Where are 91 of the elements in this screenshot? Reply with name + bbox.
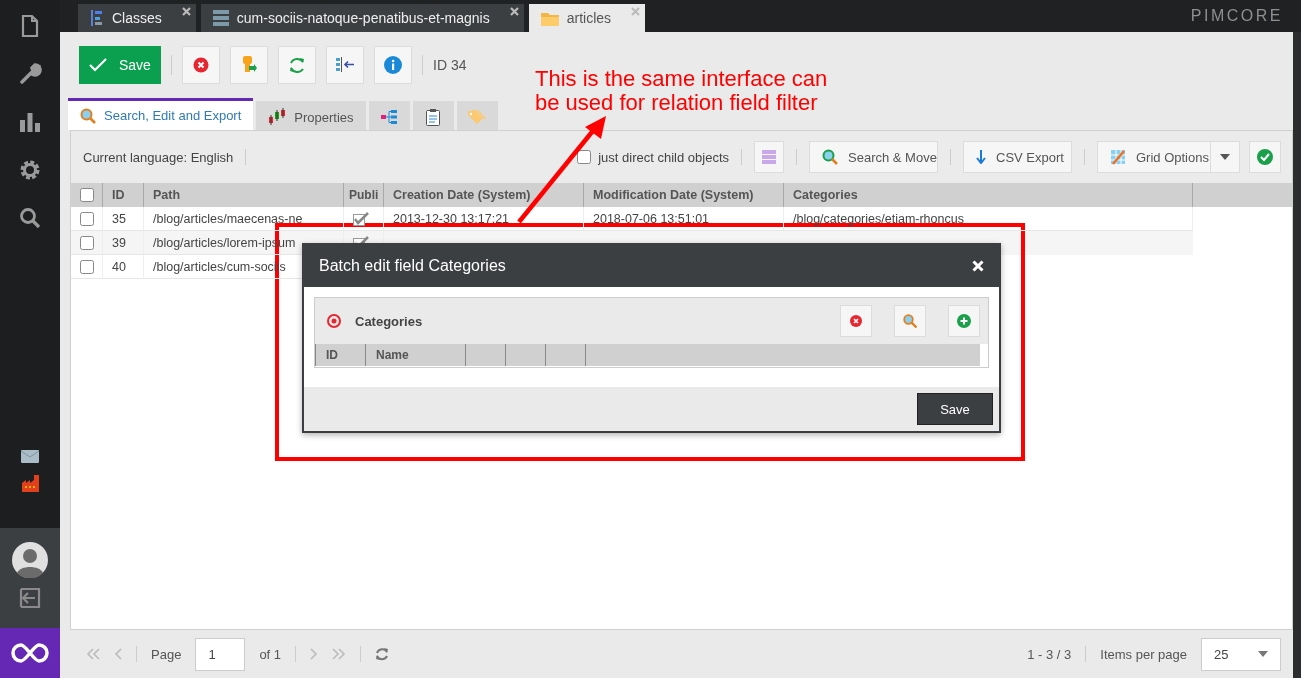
stack-icon [762, 150, 776, 164]
checkbox-icon[interactable] [80, 188, 94, 202]
checkbox-icon[interactable] [80, 211, 94, 226]
annotation-text: This is the same interface can be used for relation field filter [535, 67, 828, 115]
search-button[interactable] [894, 305, 926, 337]
tree-icon [90, 9, 104, 27]
object-id: ID 34 [433, 57, 467, 73]
check-circle-icon [1257, 149, 1273, 165]
column-header[interactable]: Creation Date (System) [384, 183, 584, 207]
table-cell: 39 [103, 231, 144, 255]
column-header[interactable]: Modification Date (System) [584, 183, 784, 207]
refresh-icon[interactable] [375, 647, 390, 661]
column-header[interactable]: Categories [784, 183, 1193, 207]
tree-locate-button[interactable] [326, 46, 364, 84]
search-icon [903, 314, 917, 328]
close-icon[interactable] [509, 7, 519, 16]
column-header[interactable]: Path [144, 183, 344, 207]
close-icon[interactable] [181, 7, 191, 16]
caret-icon [1220, 154, 1230, 160]
candlestick-icon [268, 108, 287, 126]
checkbox-icon[interactable] [80, 259, 94, 274]
factory-icon[interactable] [21, 475, 39, 492]
column-header[interactable]: Name [366, 344, 466, 366]
panel-tab[interactable]: Properties [256, 101, 366, 130]
page-input[interactable]: 1 [195, 637, 246, 671]
wrench-icon[interactable] [18, 62, 42, 86]
checkbox-icon[interactable] [80, 235, 94, 250]
page-label: Page [151, 646, 182, 662]
table-cell: /blog/articles/maecenas-ne [144, 207, 344, 231]
apply-button[interactable] [1249, 141, 1281, 173]
delete-button[interactable] [182, 46, 220, 84]
document-tab[interactable]: cum-sociis-natoque-penatibus-et-magnis [200, 4, 524, 32]
table-cell: 2018-07-06 13:51:01 [584, 207, 784, 231]
document-tab[interactable]: articles [528, 4, 646, 32]
document-tab[interactable]: Classes [78, 4, 196, 32]
save-button[interactable]: Save [79, 46, 161, 84]
search-icon [80, 107, 96, 124]
folder-icon [540, 10, 559, 26]
clear-button[interactable] [840, 305, 872, 337]
add-button[interactable] [948, 305, 980, 337]
gear-icon[interactable] [18, 158, 42, 182]
database-icon [212, 10, 229, 26]
grid-options-button[interactable]: Grid Options [1097, 141, 1211, 173]
logout-icon[interactable] [18, 586, 42, 610]
info-icon [384, 56, 402, 74]
panel-tab[interactable] [368, 101, 410, 130]
reload-button[interactable] [278, 46, 316, 84]
caret-icon [1258, 651, 1268, 657]
search-move-button[interactable]: Search & Move [809, 141, 938, 173]
clipboard-icon [426, 108, 441, 126]
refresh-icon [288, 56, 306, 74]
info-button[interactable] [374, 46, 412, 84]
target-icon [327, 314, 341, 328]
brand-logo: PIMCORE [1190, 7, 1283, 25]
search-move-icon [822, 149, 838, 165]
download-arrow-icon [976, 150, 986, 164]
table-cell: 40 [103, 255, 144, 279]
bar-chart-icon[interactable] [18, 110, 42, 134]
page-count: of 1 [259, 646, 282, 662]
table-cell: /blog/categories/etiam-rhoncus [784, 207, 1193, 231]
checkbox-icon[interactable] [577, 150, 592, 164]
infinity-logo-icon[interactable] [10, 642, 50, 664]
panel-title: Categories [355, 313, 423, 329]
checkbox[interactable]: just direct child objects [577, 149, 729, 165]
table-cell: 2013-12-30 13:17:21 [384, 207, 584, 231]
column-header[interactable]: ID [316, 344, 366, 366]
batch-button[interactable] [754, 141, 784, 173]
items-per-page-label: Items per page [1100, 646, 1187, 662]
checkmark-icon [89, 58, 107, 72]
dropdown-button[interactable] [1211, 141, 1240, 173]
delete-icon [193, 57, 209, 73]
tag-icon [468, 110, 487, 124]
items-per-page-select[interactable]: 25 [1201, 637, 1281, 671]
panel-tab[interactable] [412, 101, 454, 130]
panel-tab[interactable]: Search, Edit and Export [68, 98, 254, 130]
avatar-icon[interactable] [12, 542, 48, 578]
table-cell: 35 [103, 207, 144, 231]
column-header[interactable]: ID [103, 183, 144, 207]
save-button[interactable]: Save [917, 393, 993, 425]
tree-arrow-icon [336, 57, 354, 73]
hierarchy-icon [381, 110, 398, 124]
language-label: Current language: English [83, 149, 234, 165]
result-count: 1 - 3 / 3 [1027, 646, 1072, 662]
unpublish-button[interactable] [230, 46, 268, 84]
search-icon[interactable] [18, 206, 42, 230]
csv-export-button[interactable]: CSV Export [963, 141, 1072, 173]
delete-icon [850, 315, 862, 327]
grid-options-icon [1110, 149, 1126, 165]
add-icon [957, 314, 971, 328]
key-icon [241, 56, 257, 74]
column-header[interactable]: Publi [344, 183, 384, 207]
